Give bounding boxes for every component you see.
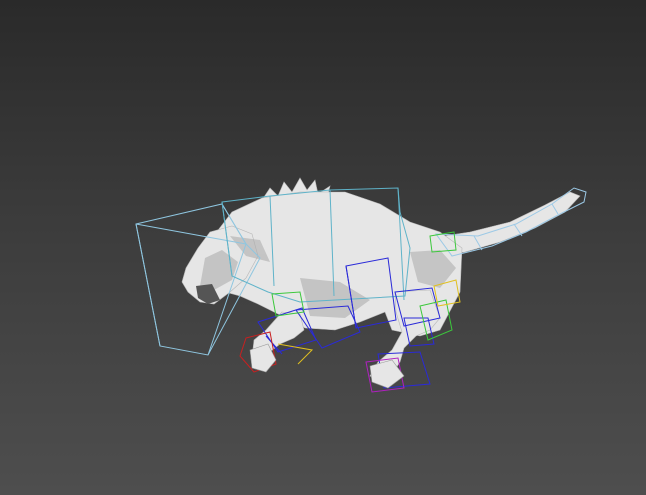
3d-viewport[interactable]	[0, 0, 646, 495]
scene-render[interactable]	[0, 0, 646, 495]
